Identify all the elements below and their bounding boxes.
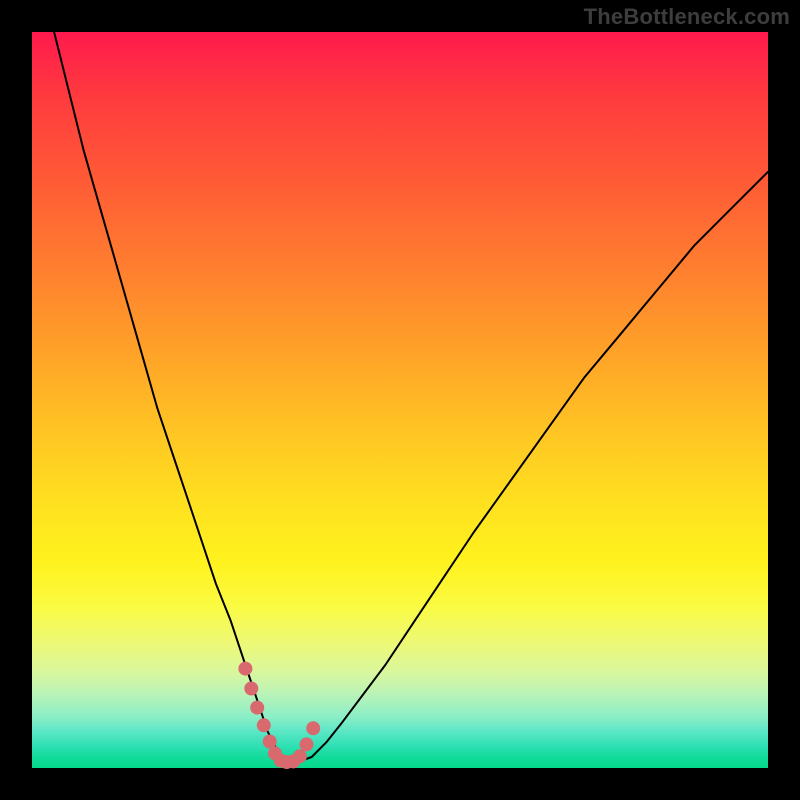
accent-dot: [306, 721, 320, 735]
accent-dot: [300, 737, 314, 751]
accent-dot: [250, 701, 264, 715]
accent-dot: [257, 718, 271, 732]
chart-svg: [32, 32, 768, 768]
watermark-text: TheBottleneck.com: [584, 4, 790, 30]
curve-path: [54, 32, 768, 762]
accent-dot: [244, 682, 258, 696]
accent-dot: [238, 662, 252, 676]
chart-frame: TheBottleneck.com: [0, 0, 800, 800]
plot-area: [32, 32, 768, 768]
accent-dot: [293, 749, 307, 763]
